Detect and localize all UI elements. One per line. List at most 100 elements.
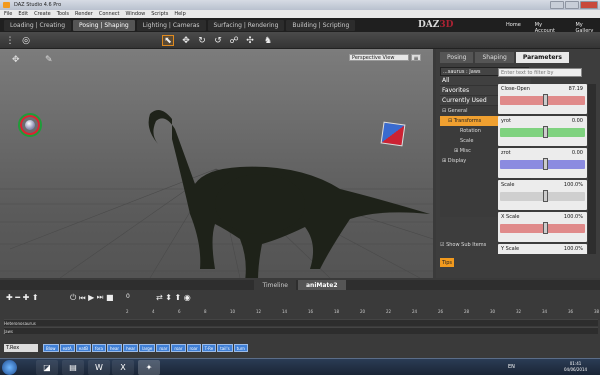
parameter-value[interactable]: 100.0% — [564, 182, 583, 188]
scene-canvas[interactable] — [0, 49, 433, 278]
slider-knob[interactable] — [543, 94, 548, 106]
aniblock-clip[interactable]: roar — [171, 344, 186, 352]
app-icon — [3, 2, 10, 8]
filter-input[interactable]: Enter text to filter by — [498, 68, 582, 77]
aniblock-clip[interactable]: turn — [233, 344, 248, 352]
track-row[interactable] — [4, 319, 598, 326]
parameter-value[interactable]: 87.19 — [569, 86, 583, 92]
universal-tool-icon[interactable]: ✥ — [180, 35, 192, 46]
explorer-icon[interactable]: ◪ — [36, 360, 58, 375]
daz3d-logo[interactable]: DAZ3D — [418, 20, 453, 30]
play-controls-icon[interactable]: ⏻ ⏮ ▶ ⏭ ■ — [70, 293, 114, 303]
menu-item[interactable]: Scripts — [151, 11, 168, 17]
parameter-slider[interactable]: Close-Open 87.19 — [498, 84, 587, 114]
parameter-slider[interactable]: Scale 100.0% — [498, 180, 587, 210]
ruler-tick: 16 — [308, 309, 314, 314]
slider-knob[interactable] — [543, 222, 548, 234]
slider-knob[interactable] — [543, 126, 548, 138]
navigation-gizmo[interactable] — [18, 113, 42, 137]
figure-tool-icon[interactable]: ♞ — [262, 35, 274, 46]
pan-icon[interactable]: ✥ — [12, 55, 20, 65]
menu-item[interactable]: Help — [174, 11, 185, 17]
parameter-slider[interactable]: yrot 0.00 — [498, 116, 587, 146]
figure-select[interactable]: T.Rex — [4, 344, 38, 352]
translate-tool-icon[interactable]: ↺ — [212, 35, 224, 46]
joint-editor-icon[interactable]: ✣ — [244, 35, 256, 46]
show-sub-items-checkbox[interactable]: ☑ Show Sub Items — [440, 242, 486, 248]
aniblock-clip[interactable]: large — [139, 344, 156, 352]
parameter-value[interactable]: 0.00 — [572, 118, 583, 124]
active-pose-tool-icon[interactable]: ☍ — [228, 35, 240, 46]
ruler-tick: 36 — [568, 309, 574, 314]
excel-icon[interactable]: X — [112, 360, 134, 375]
track-label: Jaws — [4, 329, 13, 334]
room-tab[interactable]: Building | Scripting — [286, 20, 356, 31]
aniblock-clip[interactable]: tail's — [217, 344, 233, 352]
view-cube[interactable] — [380, 121, 406, 147]
add-key-icon[interactable]: ✚ ━ ✚ ⬆ — [6, 293, 39, 302]
node-selection-tool-icon[interactable]: ⬉ — [162, 35, 174, 46]
slider-knob[interactable] — [543, 190, 548, 202]
word-icon[interactable]: W — [88, 360, 110, 375]
pane-tab[interactable]: Parameters — [515, 52, 569, 63]
timeline-ruler[interactable]: 246810121416182022242628303234363840 — [72, 309, 599, 315]
room-tab[interactable]: Loading | Creating — [4, 20, 72, 31]
parameter-slider[interactable]: Y Scale 100.0% — [498, 244, 587, 254]
viewport-menu-button[interactable]: ≡ — [411, 54, 421, 62]
menu-item[interactable]: Tools — [57, 11, 69, 17]
ruler-tick: 34 — [542, 309, 548, 314]
header-bar: Loading | Creating Posing | Shaping Lighti… — [0, 18, 600, 34]
menu-item[interactable]: Window — [126, 11, 146, 17]
frame-counter[interactable]: 0 — [126, 293, 130, 300]
start-button[interactable] — [2, 360, 17, 375]
rotate-tool-icon[interactable]: ↻ — [196, 35, 208, 46]
tips-button[interactable]: Tips — [440, 258, 454, 267]
system-clock[interactable]: 01:41 04/06/2014 — [564, 361, 587, 373]
parameter-value[interactable]: 100.0% — [564, 214, 583, 220]
bottom-tab[interactable]: aniMate2 — [298, 280, 346, 290]
menu-item[interactable]: Create — [34, 11, 51, 17]
minimize-button[interactable] — [550, 1, 564, 9]
parameter-value[interactable]: 100.0% — [564, 246, 583, 252]
menu-item[interactable]: File — [4, 11, 12, 17]
aniblock-clip[interactable]: hear — [106, 344, 123, 352]
ruler-tick: 30 — [490, 309, 496, 314]
3d-viewport[interactable]: ✥ ✎ Perspective View ≡ — [0, 49, 433, 278]
folder-icon[interactable]: ▤ — [62, 360, 84, 375]
bottom-tab[interactable]: Timeline — [254, 280, 296, 290]
bake-tools-icon[interactable]: ⇄ ⬍ ⬆ ◉ — [156, 293, 191, 302]
pane-tab[interactable]: Posing — [440, 52, 474, 63]
aniblock-clip[interactable]: T-Re — [201, 344, 217, 352]
room-tab[interactable]: Lighting | Cameras — [136, 20, 206, 31]
close-button[interactable] — [580, 1, 598, 9]
menu-item[interactable]: Edit — [18, 11, 28, 17]
room-tab[interactable]: Surfacing | Rendering — [207, 20, 285, 31]
aniblock-clip[interactable]: eatA — [59, 344, 75, 352]
track-row[interactable] — [4, 327, 598, 334]
camera-select[interactable]: Perspective View — [349, 54, 409, 61]
show-sub-items-label: Show Sub Items — [446, 242, 487, 248]
language-indicator[interactable]: EN — [508, 364, 515, 370]
aniblock-clip[interactable]: hear — [123, 344, 139, 352]
aniblock-clip[interactable]: roar — [186, 344, 201, 352]
slider-knob[interactable] — [543, 158, 548, 170]
room-tab[interactable]: Posing | Shaping — [73, 20, 135, 31]
aniblock-clip[interactable]: Blow — [43, 344, 59, 352]
aniblock-clip[interactable]: roar — [156, 344, 171, 352]
camera-rotate-icon[interactable]: ✎ — [45, 55, 53, 65]
maximize-button[interactable] — [565, 1, 579, 9]
room-tabs: Loading | Creating Posing | Shaping Lighti… — [4, 20, 356, 31]
menu-item[interactable]: Render — [75, 11, 93, 17]
aniblock-clip[interactable]: fora — [92, 344, 106, 352]
parameter-scrollbar[interactable] — [588, 84, 596, 254]
aniblock-clip[interactable]: eatB — [75, 344, 92, 352]
parameter-value[interactable]: 0.00 — [572, 150, 583, 156]
parameter-slider[interactable]: X Scale 100.0% — [498, 212, 587, 242]
target-icon[interactable]: ◎ — [20, 35, 32, 46]
menu-item[interactable]: Connect — [99, 11, 120, 17]
daz-studio-taskbar-icon[interactable]: ✦ — [138, 360, 160, 375]
viewport-options-icon[interactable]: ⋮ — [4, 35, 16, 46]
parameter-slider[interactable]: zrot 0.00 — [498, 148, 587, 178]
ruler-tick: 12 — [256, 309, 262, 314]
pane-tab[interactable]: Shaping — [475, 52, 514, 63]
